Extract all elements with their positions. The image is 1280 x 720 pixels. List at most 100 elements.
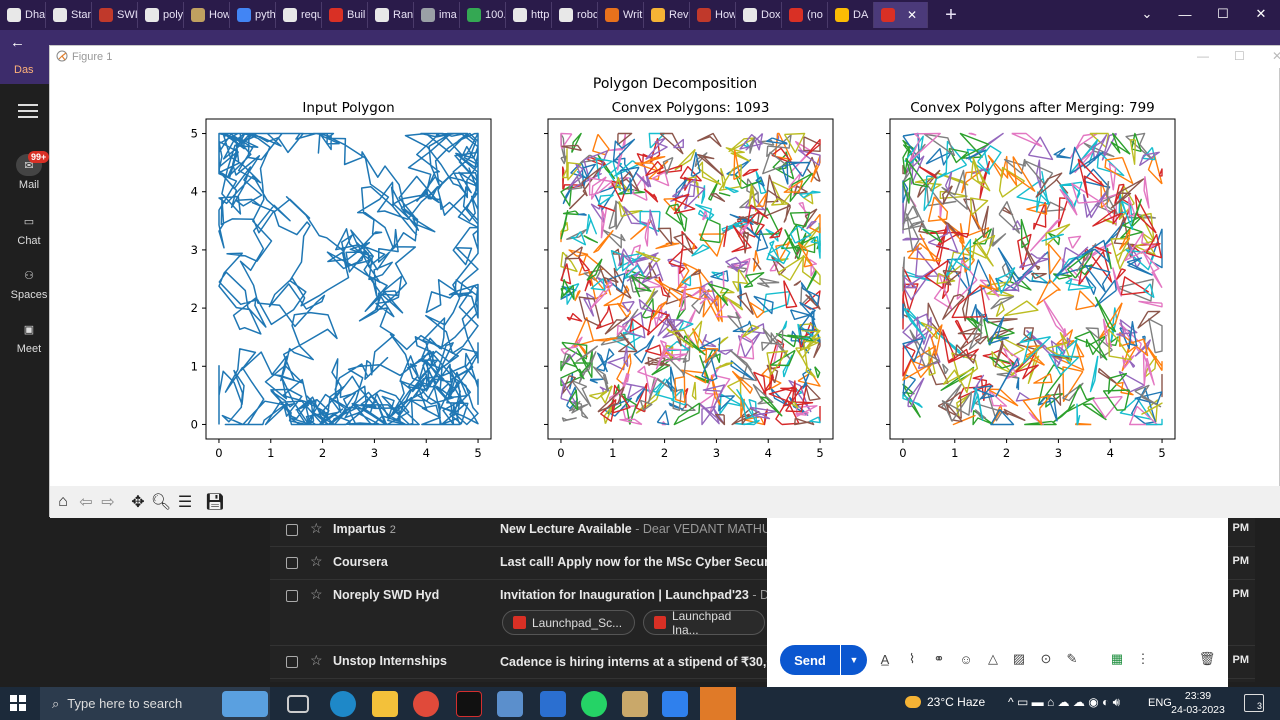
zoom-icon[interactable]: 🔍︎	[151, 492, 171, 512]
signature-icon[interactable]: ✎	[1064, 651, 1080, 667]
row-checkbox[interactable]	[286, 557, 298, 569]
figure-canvas[interactable]: Polygon Decomposition Input Polygon 0 1 2 3 4 5…	[50, 46, 1280, 486]
save-icon[interactable]: 💾︎	[205, 492, 225, 512]
send-options-chevron-icon[interactable]: ▼	[841, 645, 867, 675]
browser-tab[interactable]: Stan	[46, 2, 92, 28]
convex-polygon	[979, 160, 991, 200]
star-icon[interactable]: ☆	[310, 553, 323, 570]
browser-tab[interactable]: pyth	[230, 2, 276, 28]
image-file-icon	[513, 616, 526, 629]
browser-tab[interactable]: SWI	[92, 2, 138, 28]
pan-icon[interactable]: ✥	[128, 492, 148, 512]
tab-label: requ	[301, 9, 322, 21]
row-checkbox[interactable]	[286, 656, 298, 668]
email-sender: Noreply SWD Hyd	[333, 588, 440, 602]
close-icon[interactable]: ✕	[1242, 0, 1280, 28]
drive-icon[interactable]: △	[985, 651, 1001, 667]
forward-icon[interactable]: ⇨	[98, 492, 118, 512]
whatsapp-icon[interactable]	[581, 691, 607, 717]
lock-icon[interactable]: ⊙	[1038, 651, 1054, 667]
vscode-icon[interactable]	[662, 691, 688, 717]
convex-polygon	[1143, 176, 1150, 209]
tab-favicon-icon	[191, 8, 205, 22]
attachment-chip[interactable]: Launchpad_Sc...	[502, 610, 635, 635]
bookmark-item[interactable]: Das	[14, 64, 34, 76]
file-explorer-icon[interactable]	[372, 691, 398, 717]
attachment-chip[interactable]: Launchpad Ina...	[643, 609, 765, 637]
tab-label: Dox	[761, 9, 781, 21]
row-checkbox[interactable]	[286, 524, 298, 536]
clock[interactable]: 23:39 24-03-2023	[1170, 689, 1226, 717]
browser-tab[interactable]: http	[506, 2, 552, 28]
browser-tab[interactable]: Writ	[598, 2, 644, 28]
task-view-icon[interactable]	[287, 695, 309, 713]
tab-label: ima	[439, 9, 457, 21]
convex-polygon	[578, 256, 590, 272]
system-tray-icons[interactable]: ^ ▭ ▬ ⌂ ☁ ☁ ◉ ◐ 🔊︎	[1008, 695, 1120, 710]
tab-close-icon[interactable]: ✕	[907, 8, 917, 22]
photo-icon[interactable]: ▨	[1011, 651, 1027, 667]
convex-polygon	[696, 153, 724, 177]
convex-polygon	[1142, 353, 1155, 386]
back-icon[interactable]: ⇦	[76, 492, 96, 512]
new-tab-icon[interactable]: +	[936, 4, 966, 27]
language-indicator[interactable]: ENG	[1148, 697, 1172, 709]
edge-icon[interactable]	[330, 691, 356, 717]
browser-tab[interactable]: Dox	[736, 2, 782, 28]
star-icon[interactable]: ☆	[310, 520, 323, 537]
browser-tab[interactable]: poly	[138, 2, 184, 28]
trash-icon[interactable]: 🗑	[1199, 651, 1216, 667]
browser-tab[interactable]: Buil	[322, 2, 368, 28]
browser-tab[interactable]: DA	[828, 2, 874, 28]
browser-tab[interactable]: ✕	[874, 2, 928, 28]
database-app-icon[interactable]	[622, 691, 648, 717]
browser-tab[interactable]: Dha	[0, 2, 46, 28]
laptop-app-icon[interactable]	[497, 691, 523, 717]
sheets-icon[interactable]: ▦	[1109, 651, 1125, 667]
tab-favicon-icon	[835, 8, 849, 22]
row-checkbox[interactable]	[286, 590, 298, 602]
netflix-icon[interactable]	[456, 691, 482, 717]
send-button[interactable]: Send	[780, 645, 840, 675]
browser-tab[interactable]: Ran	[368, 2, 414, 28]
home-icon[interactable]: ⌂	[53, 492, 73, 512]
convex-polygon	[752, 371, 767, 398]
convex-polygon	[645, 137, 668, 160]
configure-icon[interactable]: ☰	[175, 492, 195, 512]
browser-tab[interactable]: How	[690, 2, 736, 28]
python-app-icon[interactable]	[700, 687, 736, 720]
convex-polygon	[1011, 132, 1043, 148]
attach-icon[interactable]: ⌇	[904, 651, 920, 667]
hamburger-menu-icon[interactable]	[18, 104, 38, 122]
todo-icon[interactable]	[540, 691, 566, 717]
weather-widget[interactable]: 23°C Haze	[905, 695, 985, 709]
notification-center-icon[interactable]: 3	[1244, 694, 1264, 712]
back-arrow-icon[interactable]: ←	[10, 34, 25, 51]
browser-tab[interactable]: robc	[552, 2, 598, 28]
browser-tab[interactable]: requ	[276, 2, 322, 28]
format-text-icon[interactable]: A̲	[877, 651, 893, 667]
emoji-icon[interactable]: ☺	[958, 651, 974, 667]
chrome-icon[interactable]	[413, 691, 439, 717]
tab-favicon-icon	[605, 8, 619, 22]
convex-polygon	[649, 209, 658, 236]
tab-favicon-icon	[7, 8, 21, 22]
link-icon[interactable]: ⚭	[931, 651, 947, 667]
browser-tab[interactable]: ima	[414, 2, 460, 28]
x-tick-label: 3	[371, 446, 378, 460]
windows-start-icon[interactable]	[10, 695, 26, 711]
convex-polygon	[1085, 334, 1107, 356]
thread-count: 2	[389, 524, 396, 536]
star-icon[interactable]: ☆	[310, 652, 323, 669]
browser-tab[interactable]: Reve	[644, 2, 690, 28]
maximize-icon[interactable]: ☐	[1204, 0, 1242, 28]
minimize-icon[interactable]: —	[1166, 0, 1204, 28]
browser-tab[interactable]: How	[184, 2, 230, 28]
browser-tab[interactable]: (no	[782, 2, 828, 28]
tab-search-icon[interactable]: ⌄	[1128, 0, 1166, 28]
compose-window[interactable]: Send ▼ A̲ ⌇ ⚭ ☺ △ ▨ ⊙ ✎ ▦ ⋮ 🗑	[767, 517, 1228, 687]
star-icon[interactable]: ☆	[310, 586, 323, 603]
browser-tab[interactable]: 100.	[460, 2, 506, 28]
axes-title: Convex Polygons: 1093	[612, 100, 770, 116]
more-icon[interactable]: ⋮	[1135, 651, 1151, 667]
